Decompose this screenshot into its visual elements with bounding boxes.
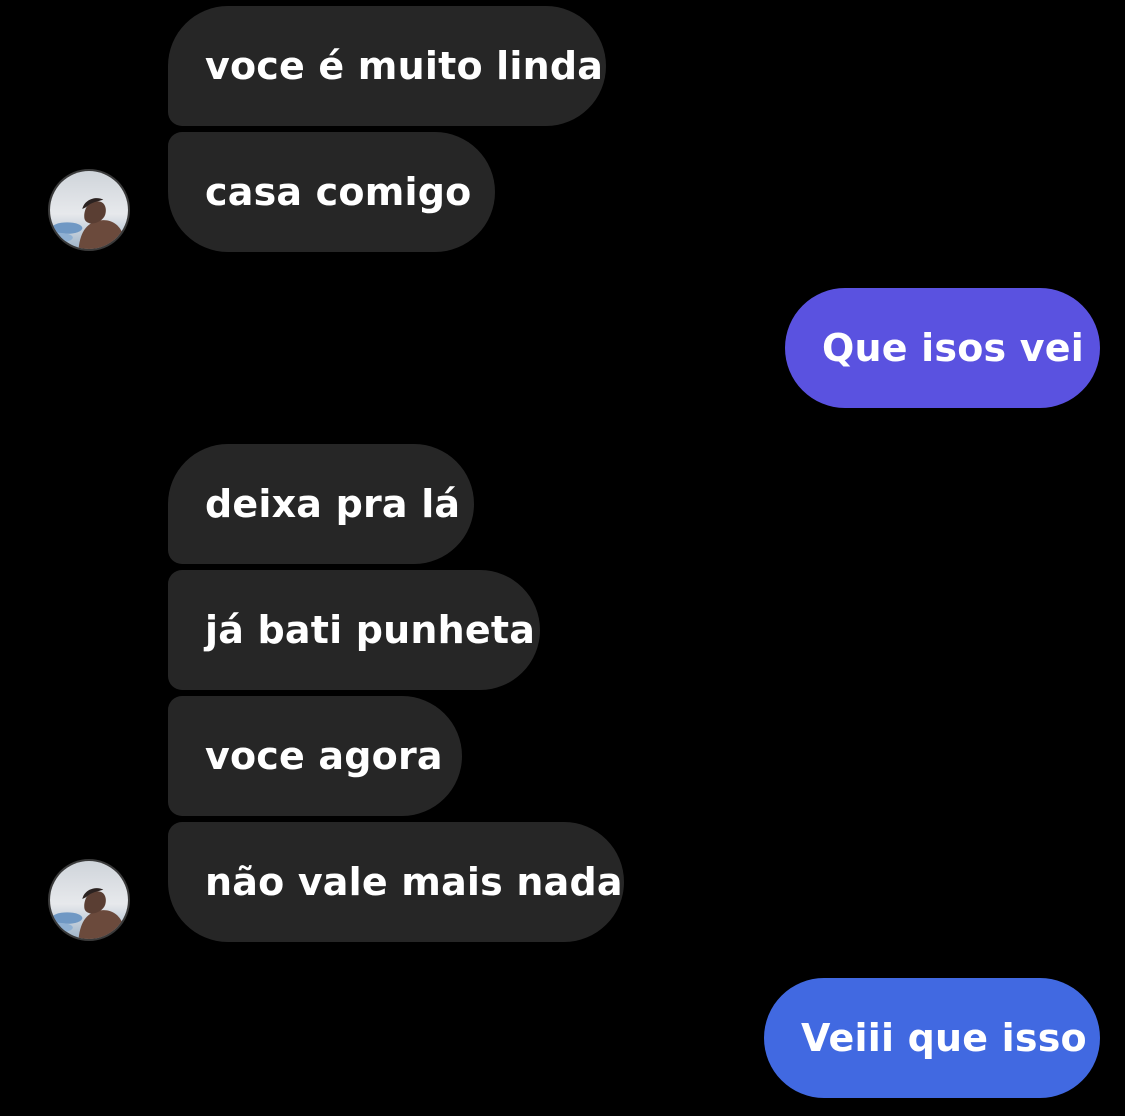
incoming-message-bubble[interactable]: não vale mais nada: [168, 822, 624, 942]
avatar-photo-icon: [50, 861, 128, 939]
incoming-message-bubble[interactable]: voce agora: [168, 696, 462, 816]
sender-avatar[interactable]: [48, 859, 130, 941]
message-text: não vale mais nada: [205, 860, 623, 904]
message-text: casa comigo: [205, 170, 472, 214]
message-text: Veiii que isso: [801, 1016, 1087, 1060]
incoming-message-bubble[interactable]: voce é muito linda: [168, 6, 606, 126]
chat-thread: voce é muito linda casa comigo Que isos …: [0, 0, 1125, 1116]
message-text: voce agora: [205, 734, 443, 778]
avatar-photo-icon: [50, 171, 128, 249]
message-text: voce é muito linda: [205, 44, 604, 88]
message-text: Que isos vei: [822, 326, 1084, 370]
incoming-message-bubble[interactable]: casa comigo: [168, 132, 495, 252]
incoming-message-bubble[interactable]: já bati punheta: [168, 570, 540, 690]
message-text: deixa pra lá: [205, 482, 461, 526]
incoming-message-bubble[interactable]: deixa pra lá: [168, 444, 474, 564]
outgoing-message-bubble[interactable]: Que isos vei: [785, 288, 1100, 408]
outgoing-message-bubble[interactable]: Veiii que isso: [764, 978, 1100, 1098]
message-text: já bati punheta: [205, 608, 536, 652]
sender-avatar[interactable]: [48, 169, 130, 251]
